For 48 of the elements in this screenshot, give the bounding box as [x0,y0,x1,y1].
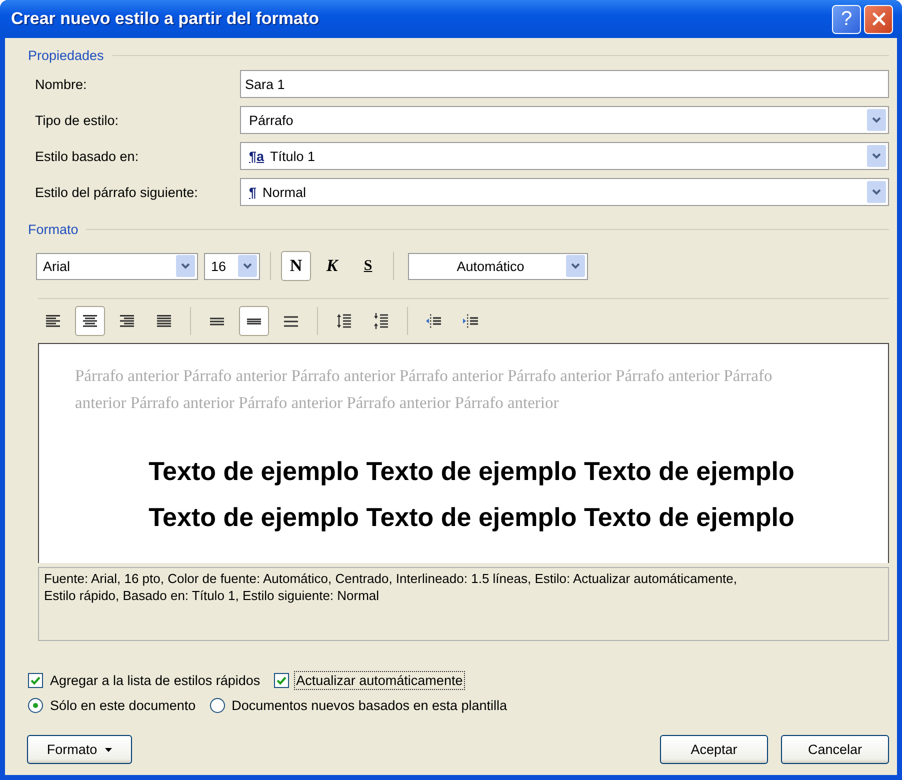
align-justify-icon [157,314,171,328]
line-spacing-button[interactable] [239,306,269,336]
underline-button[interactable]: S [353,251,383,281]
sample-text: Texto de ejemplo Texto de ejemplo Texto de ejemplo [148,455,796,488]
align-center-icon [83,314,97,328]
field-label: Nombre: [35,76,88,92]
style-dropdown[interactable]: ¶ Normal [240,178,889,206]
bold-button[interactable]: N [281,251,311,281]
style-description: Fuente: Arial, 16 pto, Color de fuente: Automático, Centrado, Interlineado: 1.5 líneas, Estilo: Actualizar automáticamente, Estilo rápido, Basado en: Título 1, Estilo siguiente: Normal [44,570,738,604]
previous-paragraph-text: Párrafo anterior Párrafo anterior Párrafo anterior Párrafo anterior Párrafo anterior Párrafo anterior Párrafo anterior Párrafo anterior Párrafo anterior Párrafo anterior Párrafo anterior [75,365,774,414]
checkbox[interactable] [274,673,290,688]
close-button[interactable] [864,4,893,34]
style-icon: ¶ [249,184,257,200]
size-dropdown[interactable]: 16 [204,252,260,280]
radio-option[interactable]: Documentos nuevos basados en esta plantilla [210,696,510,715]
field-label: Estilo del párrafo siguiente: [35,184,199,200]
paragraph-spacing-icon [373,313,389,329]
dialog-button[interactable]: Cancelar [781,735,889,764]
align-right-icon [120,314,134,328]
field-label: Tipo de estilo: [35,112,120,128]
section-heading: Formato [28,222,78,236]
caret-icon [105,748,112,752]
field-label: Estilo basado en: [35,148,140,164]
section-heading: Propiedades [28,48,104,62]
format-menu-button[interactable]: Formato [27,735,132,764]
window-title: Crear nuevo estilo a partir del formato [11,9,319,29]
help-button[interactable]: ? [832,4,861,34]
font-dropdown[interactable]: Arial [36,252,198,280]
color-dropdown[interactable]: Automático [408,252,588,280]
radio-button[interactable] [210,698,225,713]
name-field[interactable]: Sara 1 [240,70,889,98]
align-left-icon [46,314,60,328]
indent-icon [463,313,479,329]
align-center-button[interactable] [75,306,105,336]
radio-button[interactable] [28,698,43,713]
radio-option[interactable]: Sólo en este documento [28,696,198,715]
sample-text: Texto de ejemplo Texto de ejemplo Texto de ejemplo [148,501,796,534]
checkbox-option[interactable]: Agregar a la lista de estilos rápidos [28,671,262,690]
dialog-button[interactable]: Aceptar [660,735,768,764]
close-icon [870,11,886,27]
style-dropdown[interactable]: ¶a Título 1 [240,142,889,170]
checkbox[interactable] [28,673,43,688]
paragraph-spacing-icon [336,313,352,329]
line-spacing-icon [284,314,298,328]
style-icon: ¶a [249,148,264,164]
indent-icon [426,313,442,329]
italic-button[interactable]: K [317,251,347,281]
style-dropdown[interactable]: Párrafo [240,106,889,134]
